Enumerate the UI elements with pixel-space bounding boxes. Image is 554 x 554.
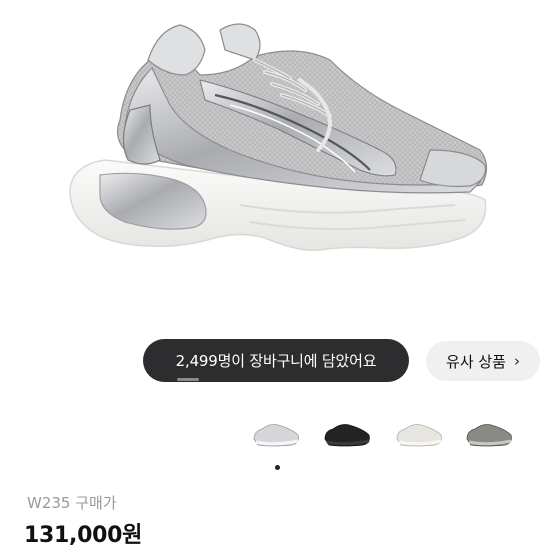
thumbnail-silver-white[interactable]	[248, 415, 302, 449]
similar-products-label: 유사 상품	[446, 352, 506, 371]
chevron-right-icon: ›	[513, 352, 520, 370]
similar-products-button[interactable]: 유사 상품 ›	[426, 341, 540, 381]
color-thumbnails	[0, 415, 554, 449]
product-price: 131,000원	[24, 523, 143, 548]
image-page-indicator	[275, 465, 280, 470]
banner-indicator	[177, 378, 199, 381]
thumbnail-black[interactable]	[319, 415, 373, 449]
thumbnail-gray[interactable]	[461, 415, 515, 449]
sneaker-illustration	[69, 23, 488, 252]
product-image[interactable]	[0, 0, 554, 330]
cart-count-banner: 2,499명이 장바구니에 담았어요	[143, 339, 409, 382]
cart-count-text: 2,499명이 장바구니에 담았어요	[175, 352, 377, 370]
thumbnail-cream-white[interactable]	[391, 415, 445, 449]
product-name: W235 구매가	[27, 494, 117, 512]
